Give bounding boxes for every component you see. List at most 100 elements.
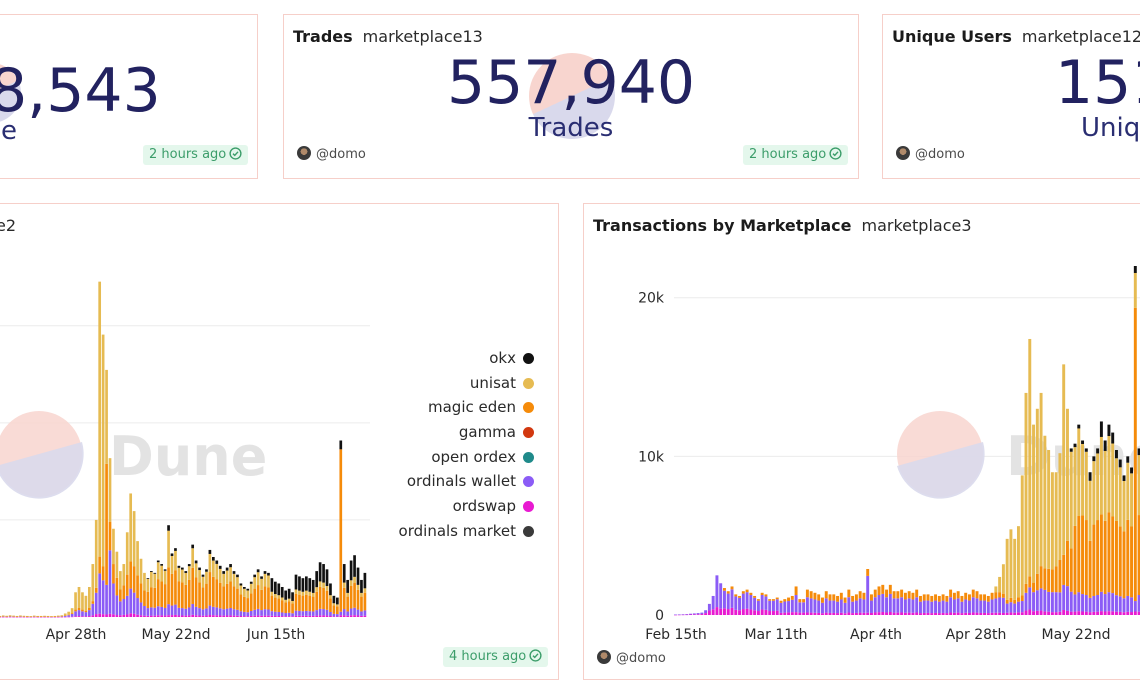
bar-stack[interactable] <box>839 592 843 615</box>
bar-stack[interactable] <box>1062 364 1066 615</box>
bar-stack[interactable] <box>798 599 802 615</box>
bar-stack[interactable] <box>88 586 91 617</box>
bar-stack[interactable] <box>1069 448 1073 615</box>
bar-stack[interactable] <box>843 597 847 615</box>
bar-stack[interactable] <box>243 586 246 617</box>
bar-stack[interactable] <box>1017 526 1020 615</box>
bar-stack[interactable] <box>994 586 998 615</box>
bar-stack[interactable] <box>74 592 77 617</box>
bar-stack[interactable] <box>817 594 821 615</box>
bar-stack[interactable] <box>277 583 281 617</box>
bar-stack[interactable] <box>787 597 791 615</box>
updated-badge[interactable]: 4 hours ago <box>443 647 549 667</box>
bar-stack[interactable] <box>821 597 824 615</box>
bar-stack[interactable] <box>356 567 360 617</box>
bar-stack[interactable] <box>1047 450 1051 615</box>
bar-stack[interactable] <box>77 586 81 617</box>
bar-stack[interactable] <box>700 612 704 615</box>
bar-stack[interactable] <box>112 528 115 617</box>
bar-stack[interactable] <box>246 588 250 617</box>
bar-stack[interactable] <box>1118 459 1122 615</box>
bar-stack[interactable] <box>971 589 975 615</box>
bar-stack[interactable] <box>866 568 870 615</box>
bar-stack[interactable] <box>1092 456 1096 615</box>
bar-stack[interactable] <box>753 595 757 615</box>
bar-stack[interactable] <box>998 576 1002 615</box>
bar-stack[interactable] <box>1009 529 1013 615</box>
bar-stack[interactable] <box>692 613 696 615</box>
bar-stack[interactable] <box>342 564 346 617</box>
bar-stack[interactable] <box>794 586 798 615</box>
bar-stack[interactable] <box>847 589 851 615</box>
bar-stack[interactable] <box>1024 392 1028 615</box>
bar-stack[interactable] <box>809 591 813 615</box>
legend-item-open-ordex[interactable]: open ordex <box>399 445 534 470</box>
bar-stack[interactable] <box>802 599 806 615</box>
bar-stack[interactable] <box>84 595 88 617</box>
bar-stack[interactable] <box>70 608 74 618</box>
bar-stack[interactable] <box>696 613 700 615</box>
bar-stack[interactable] <box>896 591 900 615</box>
bar-stack[interactable] <box>57 615 60 618</box>
bar-stack[interactable] <box>274 581 277 617</box>
bar-stack[interactable] <box>249 581 253 617</box>
bar-stack[interactable] <box>681 614 685 616</box>
bar-stack[interactable] <box>1099 421 1103 615</box>
bar-stack[interactable] <box>919 595 922 615</box>
bar-stack[interactable] <box>363 572 367 617</box>
bar-stack[interactable] <box>12 615 15 618</box>
bar-stack[interactable] <box>911 592 915 615</box>
bar-stack[interactable] <box>1111 432 1115 615</box>
bar-stack[interactable] <box>900 589 904 615</box>
bar-stack[interactable] <box>81 592 84 617</box>
bar-stack[interactable] <box>253 574 257 617</box>
bar-stack[interactable] <box>741 591 745 615</box>
bar-stack[interactable] <box>1043 435 1047 615</box>
bar-stack[interactable] <box>108 458 112 617</box>
bar-stack[interactable] <box>1 615 5 618</box>
bar-stack[interactable] <box>990 592 994 615</box>
updated-badge[interactable]: 2 hours ago <box>143 145 249 165</box>
bar-stack[interactable] <box>1077 424 1081 615</box>
bar-stack[interactable] <box>779 600 783 615</box>
legend-item-ordinals-market[interactable]: ordinals market <box>399 519 534 544</box>
bar-stack[interactable] <box>194 560 198 617</box>
bar-stack[interactable] <box>1032 424 1036 615</box>
author[interactable]: @domo <box>597 650 666 666</box>
bar-stack[interactable] <box>201 574 205 617</box>
bar-stack[interactable] <box>862 592 866 615</box>
bar-stack[interactable] <box>854 594 858 615</box>
bar-stack[interactable] <box>160 564 164 617</box>
bar-stack[interactable] <box>836 595 840 615</box>
bar-stack[interactable] <box>170 553 174 617</box>
bar-stack[interactable] <box>212 556 215 617</box>
bar-stack[interactable] <box>32 615 36 618</box>
bar-stack[interactable] <box>291 592 294 617</box>
bar-stack[interactable] <box>1122 475 1126 615</box>
bar-stack[interactable] <box>723 588 726 615</box>
bar-stack[interactable] <box>674 614 677 616</box>
bar-stack[interactable] <box>907 591 911 615</box>
bar-stack[interactable] <box>941 594 945 615</box>
bar-stack[interactable] <box>101 334 105 617</box>
bar-stack[interactable] <box>1084 448 1088 615</box>
bar-stack[interactable] <box>926 594 930 615</box>
bar-stack[interactable] <box>1107 424 1111 615</box>
bar-stack[interactable] <box>1130 467 1134 615</box>
bar-stack[interactable] <box>205 569 208 617</box>
bar-stack[interactable] <box>39 615 43 618</box>
bar-stack[interactable] <box>711 595 715 615</box>
bar-stack[interactable] <box>239 583 243 617</box>
legend-item-ordinals-wallet[interactable]: ordinals wallet <box>399 469 534 494</box>
legend-item-ordswap[interactable]: ordswap <box>399 494 534 519</box>
bar-stack[interactable] <box>760 592 764 615</box>
bar-stack[interactable] <box>163 569 167 617</box>
bar-stack[interactable] <box>50 616 53 618</box>
bar-stack[interactable] <box>1005 538 1009 615</box>
bar-stack[interactable] <box>308 578 312 617</box>
bar-stack[interactable] <box>892 591 896 615</box>
bar-stack[interactable] <box>229 564 232 617</box>
bar-stack[interactable] <box>284 590 288 617</box>
bar-stack[interactable] <box>8 615 12 618</box>
bar-stack[interactable] <box>150 571 153 617</box>
